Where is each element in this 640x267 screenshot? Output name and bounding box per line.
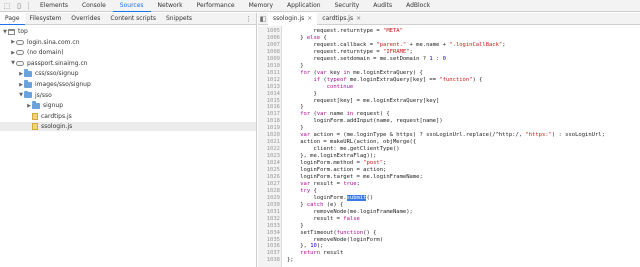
tree-folder-item[interactable]: ▶ (no domain) <box>0 48 256 57</box>
inspect-icon[interactable]: ⬚ <box>2 1 12 11</box>
navigator-tab-filesystem[interactable]: Filesystem <box>25 13 67 25</box>
tab-performance[interactable]: Performance <box>190 0 242 12</box>
code-line: 1038}; <box>258 256 640 264</box>
tree-item-label: (no domain) <box>27 49 64 57</box>
tab-network[interactable]: Network <box>151 0 190 12</box>
navigator-tab-content-scripts[interactable]: Content scripts <box>105 13 161 25</box>
navigator-tab-page[interactable]: Page <box>0 12 25 25</box>
frame-icon <box>8 28 15 35</box>
close-icon[interactable]: × <box>356 13 361 25</box>
cloud-icon <box>16 50 24 56</box>
tree-item-label: passport.sinaimg.cn <box>27 59 88 67</box>
tab-elements[interactable]: Elements <box>33 0 75 12</box>
code-text: }; <box>287 257 294 264</box>
cloud-icon <box>16 39 24 45</box>
tree-folder-item[interactable]: ▶ images/sso/signup <box>0 80 256 89</box>
navigator-tab-overrides[interactable]: Overrides <box>66 13 105 25</box>
file-icon <box>32 123 38 131</box>
tree-item-label: css/sso/signup <box>35 70 79 78</box>
tree-item-label: ssologin.js <box>41 123 73 131</box>
tree-item-label: cardtips.js <box>41 112 72 120</box>
navigator-tabs: Page Filesystem Overrides Content scripts Sn… <box>0 12 256 25</box>
tree-item-label: js/sso <box>35 91 52 99</box>
folder-icon <box>24 80 32 88</box>
close-icon[interactable]: × <box>307 13 312 25</box>
panel-tabs: Elements Console Sources Network Performance… <box>33 0 437 12</box>
tree-file-item[interactable]: ssologin.js <box>0 122 256 132</box>
tree-item-label: images/sso/signup <box>35 81 91 88</box>
editor-tab-label: ssologin.js <box>273 14 305 22</box>
tab-audits[interactable]: Audits <box>366 0 399 12</box>
tab-memory[interactable]: Memory <box>242 0 280 12</box>
tree-item-label: top <box>18 28 28 35</box>
cloud-icon <box>16 60 24 66</box>
editor-tab-cardtips-js[interactable]: cardtips.js × <box>317 13 366 25</box>
tree-file-item[interactable]: cardtips.js <box>0 112 256 121</box>
tree-folder-item[interactable]: ▼ passport.sinaimg.cn <box>0 59 256 68</box>
devtools-tab-bar: ⬚ ▯ Elements Console Sources Network Perform… <box>0 0 640 12</box>
folder-icon <box>24 90 32 99</box>
tree-item-label: login.sina.com.cn <box>27 38 80 46</box>
line-number[interactable]: 1038 <box>258 256 280 264</box>
tree-item-label: signup <box>43 102 64 110</box>
folder-icon <box>24 69 32 77</box>
tree-folder-item[interactable]: ▶ signup <box>0 101 256 110</box>
toolbar-divider <box>28 1 29 10</box>
folder-icon <box>32 101 40 109</box>
editor-tab-label: cardtips.js <box>322 14 354 22</box>
tree-folder-item[interactable]: ▶ css/sso/signup <box>0 69 256 78</box>
tab-security[interactable]: Security <box>328 0 367 12</box>
tab-sources[interactable]: Sources <box>112 0 151 12</box>
toggle-navigator-icon[interactable]: ◧ <box>258 15 268 23</box>
device-toolbar-icon[interactable]: ▯ <box>14 1 24 11</box>
tree-folder-item[interactable]: ▶ login.sina.com.cn <box>0 38 256 47</box>
tab-adblock[interactable]: AdBlock <box>399 0 437 12</box>
navigator-pane: Page Filesystem Overrides Content scripts Sn… <box>0 12 257 267</box>
tab-console[interactable]: Console <box>75 0 113 12</box>
tree-folder-item[interactable]: ▼ js/sso <box>0 90 256 100</box>
tree-folder-item[interactable]: ▼ top <box>0 27 256 36</box>
file-icon <box>32 112 38 120</box>
code-editor[interactable]: 1005 request.returntype = "META" 1006 } e… <box>258 26 640 267</box>
editor-tab-ssologin-js[interactable]: ssologin.js × <box>268 12 318 25</box>
navigator-tab-snippets[interactable]: Snippets <box>161 13 197 25</box>
tab-application[interactable]: Application <box>280 0 328 12</box>
editor-tab-bar: ◧ ssologin.js × cardtips.js × <box>258 12 640 25</box>
more-icon[interactable]: ⋮ <box>245 15 252 23</box>
